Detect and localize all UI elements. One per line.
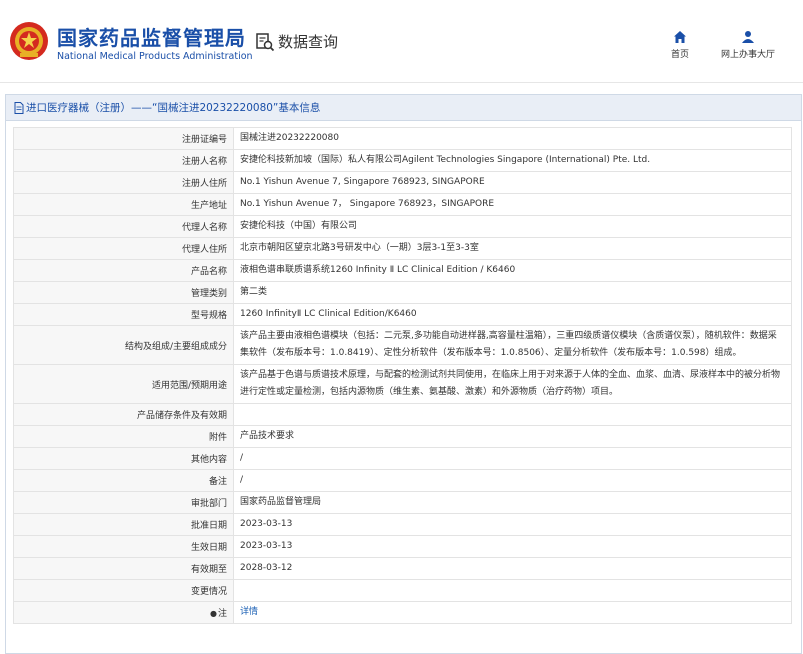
field-value: No.1 Yishun Avenue 7， Singapore 768923，S… bbox=[233, 193, 792, 216]
table-row: 变更情况 bbox=[13, 579, 792, 602]
field-value: 2028-03-12 bbox=[233, 557, 792, 580]
field-label: 生产地址 bbox=[13, 193, 234, 216]
field-value: 该产品主要由液相色谱模块（包括：二元泵,多功能自动进样器,高容量柱温箱），三重四… bbox=[233, 325, 792, 365]
field-value bbox=[233, 579, 792, 602]
agency-name-cn[interactable]: 国家药品监督管理局 bbox=[57, 22, 246, 51]
table-row: 注册人住所 No.1 Yishun Avenue 7, Singapore 768… bbox=[13, 171, 792, 194]
table-row: 备注 / bbox=[13, 469, 792, 492]
nav-home[interactable]: 首页 bbox=[664, 30, 696, 60]
device-info-table: 注册证编号 国械注进20232220080 注册人名称 安捷伦科技新加坡（国际）私人有… bbox=[13, 127, 792, 624]
field-value: / bbox=[233, 469, 792, 492]
field-label: 结构及组成/主要组成成分 bbox=[13, 325, 234, 365]
table-row: 结构及组成/主要组成成分 该产品主要由液相色谱模块（包括：二元泵,多功能自动进样器… bbox=[13, 325, 792, 365]
field-value: 安捷伦科技（中国）有限公司 bbox=[233, 215, 792, 238]
site-header: 国家药品监督管理局 National Medical Products Admi… bbox=[0, 0, 803, 83]
table-row: 生产地址 No.1 Yishun Avenue 7， Singapore 7689… bbox=[13, 193, 792, 216]
table-row: 产品名称 液相色谱串联质谱系统1260 Infinity Ⅱ LC Clinica… bbox=[13, 259, 792, 282]
nav-online-office[interactable]: 网上办事大厅 bbox=[715, 30, 781, 60]
field-label: 注册人名称 bbox=[13, 149, 234, 172]
field-value: 北京市朝阳区望京北路3号研发中心（一期）3层3-1至3-3室 bbox=[233, 237, 792, 260]
field-label: ●注 bbox=[13, 601, 234, 624]
table-row: 适用范围/预期用途 该产品基于色谱与质谱技术原理，与配套的检测试剂共同使用，在临床… bbox=[13, 364, 792, 404]
panel-title: 进口医疗器械（注册）——“国械注进20232220080”基本信息 bbox=[6, 95, 801, 121]
table-row: 批准日期 2023-03-13 bbox=[13, 513, 792, 536]
table-row: 有效期至 2028-03-12 bbox=[13, 557, 792, 580]
field-value: 2023-03-13 bbox=[233, 513, 792, 536]
data-query-title: 数据查询 bbox=[255, 31, 338, 52]
field-label: 产品储存条件及有效期 bbox=[13, 403, 234, 426]
table-row: 生效日期 2023-03-13 bbox=[13, 535, 792, 558]
table-row: 型号规格 1260 InfinityⅡ LC Clinical Edition/K… bbox=[13, 303, 792, 326]
nav-online-office-label: 网上办事大厅 bbox=[720, 50, 775, 60]
field-label: 注册证编号 bbox=[13, 127, 234, 150]
table-row: 代理人住所 北京市朝阳区望京北路3号研发中心（一期）3层3-1至3-3室 bbox=[13, 237, 792, 260]
document-icon bbox=[14, 101, 24, 114]
table-row: 产品储存条件及有效期 bbox=[13, 403, 792, 426]
field-label: 其他内容 bbox=[13, 447, 234, 470]
note-label: 注 bbox=[217, 609, 227, 619]
field-label: 管理类别 bbox=[13, 281, 234, 304]
table-row: 代理人名称 安捷伦科技（中国）有限公司 bbox=[13, 215, 792, 238]
field-label: 代理人住所 bbox=[13, 237, 234, 260]
person-icon bbox=[742, 31, 754, 43]
table-row: 附件 产品技术要求 bbox=[13, 425, 792, 448]
field-label: 批准日期 bbox=[13, 513, 234, 536]
field-value: 1260 InfinityⅡ LC Clinical Edition/K6460 bbox=[233, 303, 792, 326]
field-value: 国械注进20232220080 bbox=[233, 127, 792, 150]
field-label: 附件 bbox=[13, 425, 234, 448]
field-label: 适用范围/预期用途 bbox=[13, 364, 234, 404]
table-row: 审批部门 国家药品监督管理局 bbox=[13, 491, 792, 514]
field-label: 型号规格 bbox=[13, 303, 234, 326]
field-value: / bbox=[233, 447, 792, 470]
table-row: 管理类别 第二类 bbox=[13, 281, 792, 304]
field-label: 审批部门 bbox=[13, 491, 234, 514]
field-label: 有效期至 bbox=[13, 557, 234, 580]
field-label: 产品名称 bbox=[13, 259, 234, 282]
field-value: 第二类 bbox=[233, 281, 792, 304]
field-label: 备注 bbox=[13, 469, 234, 492]
field-value: 详情 bbox=[233, 601, 792, 624]
home-icon bbox=[674, 31, 686, 43]
field-value: 液相色谱串联质谱系统1260 Infinity Ⅱ LC Clinical Ed… bbox=[233, 259, 792, 282]
detail-panel: 进口医疗器械（注册）——“国械注进20232220080”基本信息 注册证编号国… bbox=[5, 94, 802, 654]
field-value: No.1 Yishun Avenue 7, Singapore 768923, … bbox=[233, 171, 792, 194]
note-icon: ● bbox=[210, 609, 217, 618]
field-label: 注册人住所 bbox=[13, 171, 234, 194]
field-value: 产品技术要求 bbox=[233, 425, 792, 448]
field-value: 该产品基于色谱与质谱技术原理，与配套的检测试剂共同使用，在临床上用于对来源于人体… bbox=[233, 364, 792, 404]
field-value: 2023-03-13 bbox=[233, 535, 792, 558]
field-value bbox=[233, 403, 792, 426]
details-link[interactable]: 详情 bbox=[240, 607, 258, 617]
table-row: 注册证编号 国械注进20232220080 bbox=[13, 127, 792, 150]
table-row-note: ●注 详情 bbox=[13, 601, 792, 624]
agency-name-en[interactable]: National Medical Products Administration bbox=[57, 51, 253, 62]
document-search-icon bbox=[256, 32, 275, 51]
field-value: 安捷伦科技新加坡（国际）私人有限公司Agilent Technologies S… bbox=[233, 149, 792, 172]
field-label: 变更情况 bbox=[13, 579, 234, 602]
table-row: 注册人名称 安捷伦科技新加坡（国际）私人有限公司Agilent Technolog… bbox=[13, 149, 792, 172]
national-emblem-icon bbox=[10, 22, 48, 60]
table-row: 其他内容 / bbox=[13, 447, 792, 470]
field-label: 代理人名称 bbox=[13, 215, 234, 238]
panel-title-text: 进口医疗器械（注册）——“国械注进20232220080”基本信息 bbox=[26, 102, 321, 114]
nav-home-label: 首页 bbox=[670, 50, 689, 60]
data-query-label: 数据查询 bbox=[278, 33, 339, 51]
field-value: 国家药品监督管理局 bbox=[233, 491, 792, 514]
field-label: 生效日期 bbox=[13, 535, 234, 558]
